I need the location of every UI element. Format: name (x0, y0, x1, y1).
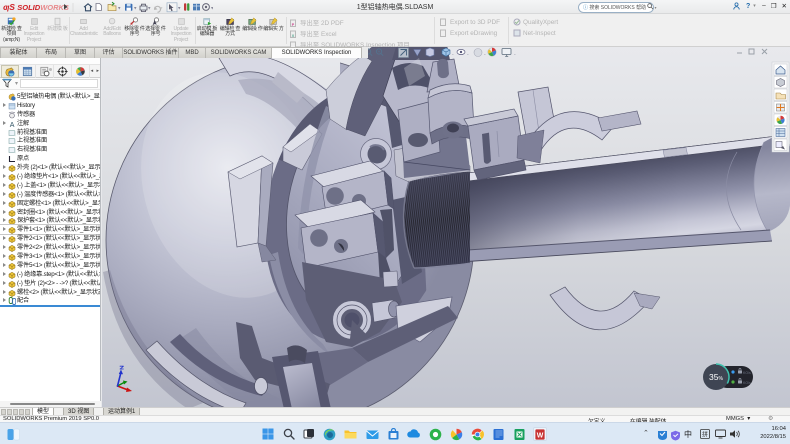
svg-text:▾: ▾ (211, 6, 213, 12)
svg-text:▾: ▾ (148, 6, 151, 12)
svg-text:P: P (292, 22, 295, 27)
svg-text:KO/s: KO/s (743, 381, 751, 385)
svg-text:KO/s: KO/s (743, 371, 751, 375)
svg-text:▾: ▾ (118, 6, 121, 12)
svg-text:X: X (292, 33, 295, 38)
svg-text:▾: ▾ (160, 6, 163, 12)
svg-text:▾: ▾ (178, 6, 181, 12)
svg-text:W: W (537, 432, 544, 439)
svg-text:拼: 拼 (702, 431, 708, 439)
svg-text:▾: ▾ (134, 6, 137, 12)
